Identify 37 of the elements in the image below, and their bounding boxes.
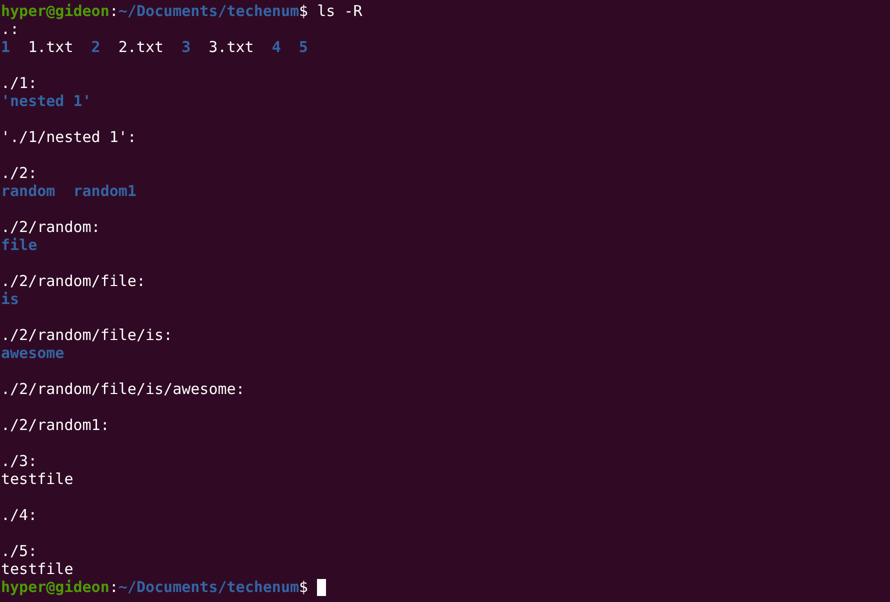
output-text: ./2/random/file: [1,272,146,290]
directory-name: 2 [91,38,100,56]
prompt-separator: : [109,2,118,20]
prompt-path: ~/Documents/techenum [118,578,300,596]
prompt-user: hyper@gideon [1,578,110,596]
directory-name: 4 [272,38,281,56]
output-text: ./2/random: [1,218,100,236]
directory-name: 5 [298,38,308,56]
prompt-user: hyper@gideon [1,2,110,20]
directory-name: awesome [1,344,64,362]
directory-name: 1 [1,38,10,56]
directory-name: 3 [182,38,191,56]
directory-name: random [1,182,56,200]
output-text: ./2/random/file/is: [1,326,173,344]
prompt-symbol: $ [299,578,308,596]
file-name: testfile [1,560,74,578]
output-text: ./2/random/file/is/awesome: [1,380,245,398]
file-name: 2.txt [118,38,164,56]
directory-name: is [1,290,20,308]
output-text: ./3: [1,452,38,470]
prompt-path: ~/Documents/techenum [118,2,300,20]
output-text: './1/nested 1': [1,128,136,146]
output-text: ./2/random1: [1,416,110,434]
file-name: 1.txt [28,38,74,56]
file-name: testfile [1,470,74,488]
command-text: ls -R [317,2,362,20]
output-text: ./5: [1,542,38,560]
directory-name: random1 [73,182,136,200]
directory-name: file [1,236,38,254]
output-text: ./1: [1,74,38,92]
prompt-separator: : [109,578,118,596]
prompt-symbol: $ [299,2,308,20]
output-text: .: [1,20,20,38]
file-name: 3.txt [208,38,254,56]
output-text: ./2: [1,164,38,182]
output-text: ./4: [1,506,38,524]
directory-name: 'nested 1' [1,92,92,110]
